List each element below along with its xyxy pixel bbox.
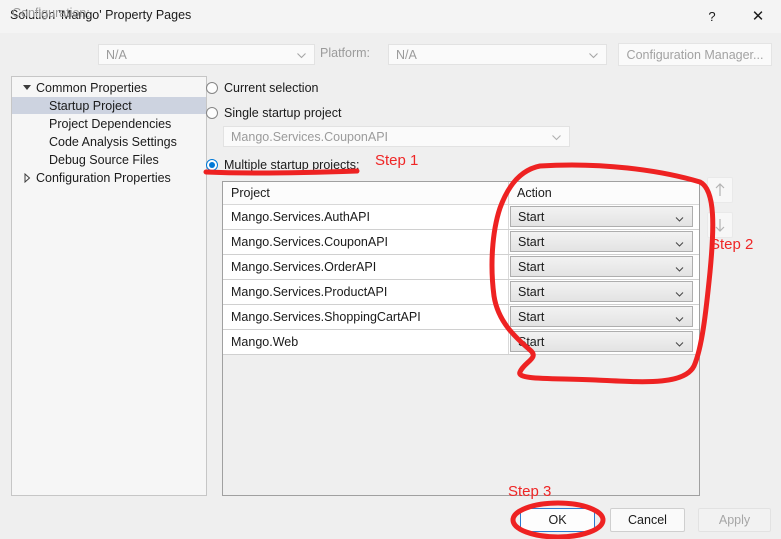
table-row[interactable]: Mango.Services.ShoppingCartAPI Start — [223, 305, 699, 330]
table-row[interactable]: Mango.Services.ProductAPI Start — [223, 280, 699, 305]
action-value: Start — [518, 260, 545, 274]
action-select[interactable]: Start — [510, 331, 693, 352]
ok-button[interactable]: OK — [520, 508, 595, 532]
move-down-button[interactable] — [707, 212, 733, 238]
sidebar-item-label: Project Dependencies — [49, 116, 172, 131]
apply-button[interactable]: Apply — [698, 508, 771, 532]
chevron-down-icon — [675, 288, 684, 302]
radio-icon[interactable] — [206, 107, 218, 119]
configuration-select[interactable]: N/A — [98, 44, 315, 65]
sidebar-item-common-properties[interactable]: Common Properties — [12, 79, 206, 96]
radio-single-startup-project[interactable]: Single startup project — [206, 106, 341, 120]
chevron-down-icon — [675, 213, 684, 227]
grid-header-row: Project Action — [223, 182, 699, 205]
triangle-right-icon[interactable] — [20, 172, 34, 183]
action-select[interactable]: Start — [510, 231, 693, 252]
radio-icon[interactable] — [206, 159, 218, 171]
cell-project: Mango.Web — [223, 330, 509, 354]
move-up-button[interactable] — [707, 177, 733, 203]
annotation-step2-label: Step 2 — [710, 236, 754, 253]
sidebar-item-startup-project[interactable]: Startup Project — [12, 97, 206, 114]
action-value: Start — [518, 235, 545, 249]
radio-label: Multiple startup projects: — [224, 158, 360, 172]
column-header-project[interactable]: Project — [223, 182, 509, 204]
radio-current-selection[interactable]: Current selection — [206, 81, 319, 95]
chevron-down-icon — [588, 50, 599, 61]
sidebar-item-label: Code Analysis Settings — [49, 134, 177, 149]
action-value: Start — [518, 210, 545, 224]
action-select[interactable]: Start — [510, 256, 693, 277]
cell-project: Mango.Services.AuthAPI — [223, 205, 509, 229]
action-value: Start — [518, 335, 545, 349]
column-header-action[interactable]: Action — [509, 182, 699, 204]
startup-projects-grid: Project Action Mango.Services.AuthAPI St… — [222, 181, 700, 496]
action-value: Start — [518, 310, 545, 324]
table-row[interactable]: Mango.Services.OrderAPI Start — [223, 255, 699, 280]
chevron-down-icon — [675, 238, 684, 252]
single-startup-project-select[interactable]: Mango.Services.CouponAPI — [223, 126, 570, 147]
radio-multiple-startup-projects[interactable]: Multiple startup projects: — [206, 158, 359, 172]
chevron-down-icon — [675, 313, 684, 327]
title-bar: Solution 'Mango' Property Pages ? ✕ — [0, 0, 781, 33]
table-row[interactable]: Mango.Services.AuthAPI Start — [223, 205, 699, 230]
action-value: Start — [518, 285, 545, 299]
arrow-up-icon — [715, 183, 725, 196]
action-select[interactable]: Start — [510, 281, 693, 302]
sidebar-item-label: Startup Project — [49, 98, 132, 113]
cancel-button[interactable]: Cancel — [610, 508, 685, 532]
cell-project: Mango.Services.OrderAPI — [223, 255, 509, 279]
close-icon[interactable]: ✕ — [735, 0, 781, 32]
help-icon[interactable]: ? — [689, 0, 735, 32]
configuration-manager-button[interactable]: Configuration Manager... — [618, 43, 772, 66]
chevron-down-icon — [675, 263, 684, 277]
sidebar-item-project-dependencies[interactable]: Project Dependencies — [12, 115, 206, 132]
radio-label: Current selection — [224, 81, 319, 95]
platform-select[interactable]: N/A — [388, 44, 607, 65]
single-startup-project-value: Mango.Services.CouponAPI — [231, 130, 389, 144]
table-row[interactable]: Mango.Web Start — [223, 330, 699, 355]
arrow-down-icon — [715, 219, 725, 232]
sidebar-item-code-analysis-settings[interactable]: Code Analysis Settings — [12, 133, 206, 150]
configuration-value: N/A — [106, 48, 127, 62]
chevron-down-icon — [551, 132, 562, 143]
chevron-down-icon — [296, 50, 307, 61]
table-row[interactable]: Mango.Services.CouponAPI Start — [223, 230, 699, 255]
cell-project: Mango.Services.ShoppingCartAPI — [223, 305, 509, 329]
triangle-down-icon[interactable] — [20, 85, 34, 90]
annotation-step3-label: Step 3 — [508, 483, 552, 500]
cell-project: Mango.Services.ProductAPI — [223, 280, 509, 304]
action-select[interactable]: Start — [510, 206, 693, 227]
annotation-step1-label: Step 1 — [375, 152, 419, 169]
sidebar-item-label: Common Properties — [36, 80, 148, 95]
platform-value: N/A — [396, 48, 417, 62]
sidebar-item-label: Debug Source Files — [49, 152, 159, 167]
radio-icon[interactable] — [206, 82, 218, 94]
configuration-label: Configuration: — [12, 6, 90, 20]
properties-tree: Common Properties Startup Project Projec… — [11, 76, 207, 496]
platform-label: Platform: — [320, 46, 371, 60]
sidebar-item-label: Configuration Properties — [36, 170, 171, 185]
sidebar-item-configuration-properties[interactable]: Configuration Properties — [12, 169, 206, 186]
action-select[interactable]: Start — [510, 306, 693, 327]
radio-label: Single startup project — [224, 106, 342, 120]
chevron-down-icon — [675, 338, 684, 352]
cell-project: Mango.Services.CouponAPI — [223, 230, 509, 254]
sidebar-item-debug-source-files[interactable]: Debug Source Files — [12, 151, 206, 168]
